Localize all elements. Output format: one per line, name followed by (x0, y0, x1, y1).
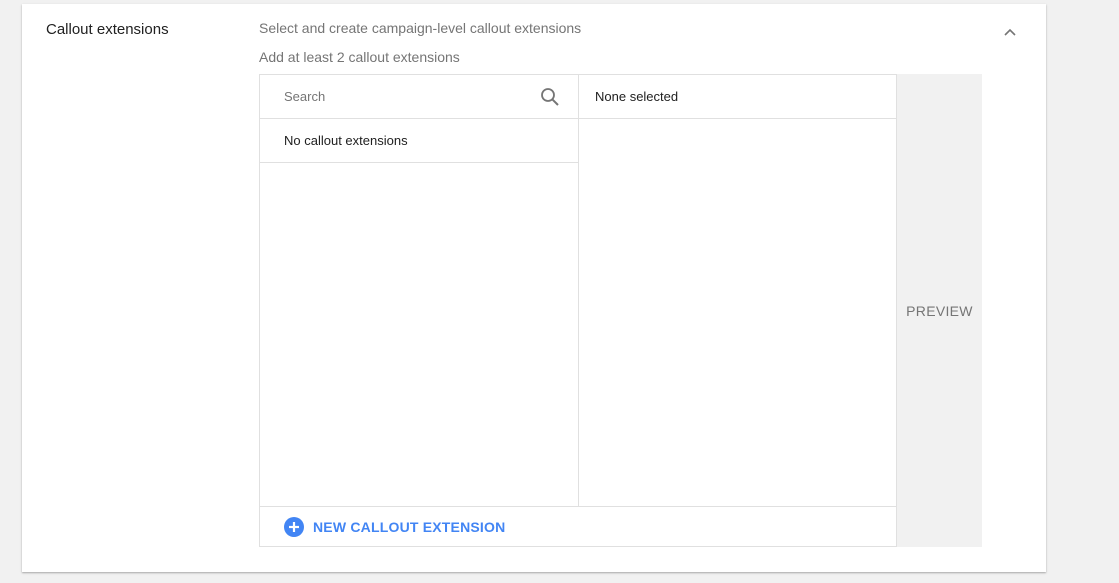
callout-extensions-card: Callout extensions Select and create cam… (22, 4, 1046, 572)
search-input[interactable] (260, 75, 530, 118)
add-circle-icon (284, 517, 304, 537)
preview-label: PREVIEW (906, 302, 973, 319)
section-description: Select and create campaign-level callout… (259, 20, 582, 36)
picker-footer: NEW CALLOUT EXTENSION (260, 506, 896, 546)
selected-header: None selected (579, 75, 896, 119)
empty-list-message: No callout extensions (260, 119, 578, 163)
available-list-panel: No callout extensions (260, 75, 579, 506)
section-title: Callout extensions (46, 21, 169, 38)
search-icon[interactable] (540, 87, 560, 107)
callout-picker: No callout extensions None selected NEW … (259, 74, 897, 547)
new-callout-extension-label: NEW CALLOUT EXTENSION (313, 519, 506, 535)
collapse-button[interactable] (998, 20, 1022, 44)
new-callout-extension-button[interactable]: NEW CALLOUT EXTENSION (284, 516, 505, 538)
chevron-up-icon (1004, 28, 1016, 36)
section-hint: Add at least 2 callout extensions (259, 49, 460, 65)
selected-list-panel: None selected (579, 75, 896, 506)
search-row (260, 75, 578, 119)
preview-button[interactable]: PREVIEW (897, 74, 982, 547)
